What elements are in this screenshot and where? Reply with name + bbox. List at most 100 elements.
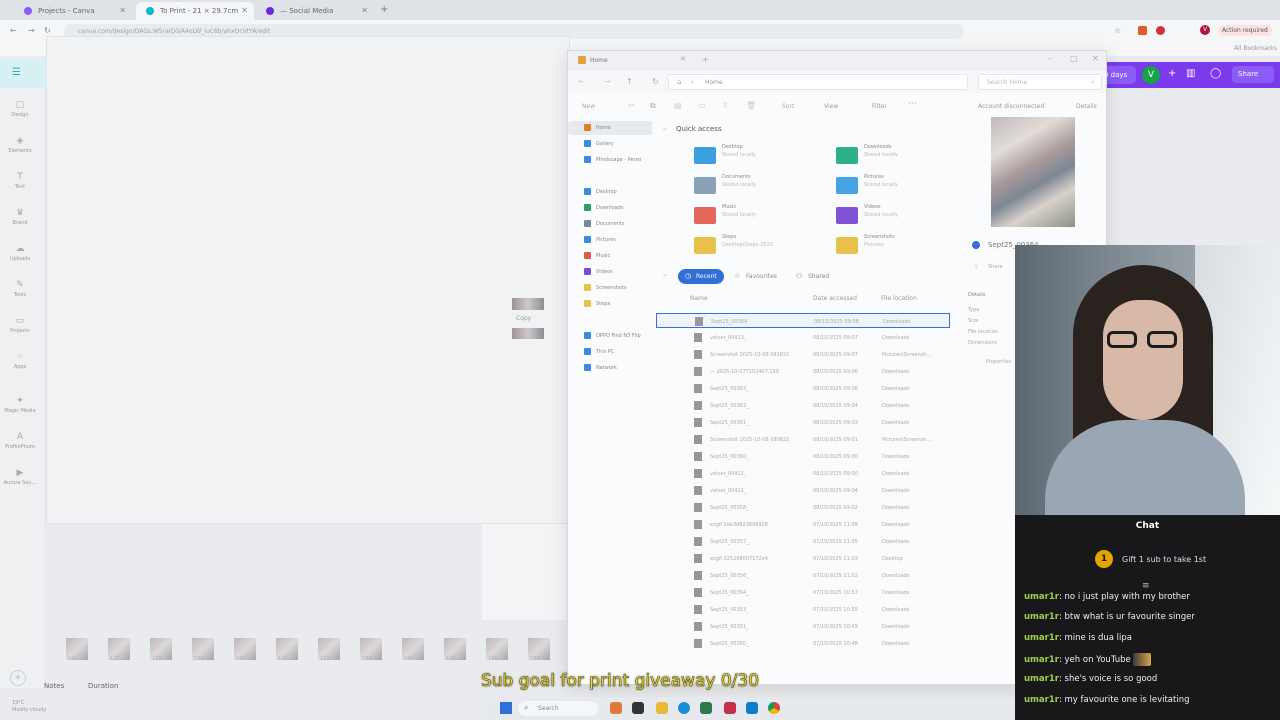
- quick-access-music[interactable]: Music Stored locally: [694, 203, 814, 227]
- nav-item-videos[interactable]: Videos: [568, 265, 652, 279]
- back-icon[interactable]: ←: [10, 26, 17, 35]
- sidebar-item-design[interactable]: ▢ Design: [0, 100, 40, 118]
- quick-access-documents[interactable]: Documents Stored locally: [694, 173, 814, 197]
- column-header-name[interactable]: Name: [690, 295, 708, 302]
- add-icon[interactable]: +: [1168, 68, 1176, 79]
- forward-icon[interactable]: →: [28, 26, 35, 35]
- quick-access-screenshots[interactable]: Screenshots Pictures: [836, 233, 956, 257]
- sidebar-item-uploads[interactable]: ☁ Uploads: [0, 244, 40, 262]
- page-thumbnail[interactable]: 132: [318, 638, 340, 662]
- design-canvas[interactable]: [46, 36, 570, 524]
- user-avatar[interactable]: V: [1142, 66, 1160, 84]
- sidebar-item-brand[interactable]: ♛ Brand: [0, 208, 40, 226]
- bookmark-star-icon[interactable]: ☆: [1114, 26, 1121, 35]
- explorer-search-input[interactable]: Search Home ⌕: [978, 74, 1102, 90]
- reload-icon[interactable]: ↻: [44, 26, 51, 35]
- breadcrumb[interactable]: Home: [705, 79, 723, 86]
- sidebar-item-magic-media[interactable]: ✦ Magic Media: [0, 396, 40, 414]
- tab-favourites[interactable]: ☆ Favourites: [728, 269, 788, 284]
- file-row[interactable]: ezgif-325298007172e4 07/10/2025 11:03 Desk…: [656, 551, 950, 566]
- file-row[interactable]: Sept25_00350_ 07/10/2025 10:48 Downloads: [656, 636, 950, 651]
- file-explorer-icon[interactable]: [656, 702, 668, 714]
- taskbar-app-icon[interactable]: [632, 702, 644, 714]
- chevron-down-icon[interactable]: ⌄: [662, 271, 667, 278]
- page-thumbnail[interactable]: 128: [150, 638, 172, 662]
- nav-item-this-pc[interactable]: This PC: [568, 345, 652, 359]
- share-icon[interactable]: ⇪: [974, 264, 979, 271]
- gift-sub-text[interactable]: Gift 1 sub to take 1st: [1122, 555, 1206, 564]
- up-icon[interactable]: ↑: [626, 77, 633, 86]
- nav-item-screenshots[interactable]: Screenshots: [568, 281, 652, 295]
- file-row[interactable]: Sept25_00353_ 07/10/2025 10:55 Downloads: [656, 602, 950, 617]
- sidebar-item-apps[interactable]: ⁘ Apps: [0, 352, 40, 370]
- sidebar-item-projects[interactable]: ▭ Projects: [0, 316, 40, 334]
- sidebar-item-elements[interactable]: ◈ Elements: [0, 136, 40, 154]
- new-tab-button[interactable]: +: [380, 4, 388, 15]
- file-row[interactable]: Sept25_00361_ 08/10/2025 09:03 Downloads: [656, 415, 950, 430]
- more-options-icon[interactable]: ···: [908, 99, 917, 109]
- delete-icon[interactable]: 🗑: [746, 101, 756, 110]
- chevron-down-icon[interactable]: ⌄: [662, 125, 667, 132]
- duration-button[interactable]: Duration: [88, 682, 118, 690]
- tab-social-media[interactable]: — Social Media ✕: [256, 2, 374, 20]
- page-thumbnail[interactable]: 127: [108, 638, 130, 662]
- close-tab-icon[interactable]: ✕: [119, 6, 126, 15]
- quick-access-videos[interactable]: Videos Stored locally: [836, 203, 956, 227]
- forward-icon[interactable]: →: [604, 77, 611, 86]
- rename-icon[interactable]: ▭: [698, 101, 706, 110]
- chat-filter-icon[interactable]: ≡: [1142, 581, 1150, 591]
- file-row[interactable]: Sept25_00358_ 08/10/2025 09:02 Downloads: [656, 500, 950, 515]
- details-button[interactable]: Details: [1076, 103, 1097, 110]
- close-tab-icon[interactable]: ✕: [680, 55, 686, 63]
- sidebar-item-text[interactable]: T Text: [0, 172, 40, 190]
- maximize-icon[interactable]: ▢: [1070, 54, 1078, 63]
- comment-icon[interactable]: ◯: [1210, 68, 1221, 79]
- taskbar-app-icon[interactable]: [724, 702, 736, 714]
- page-thumbnail[interactable]: 126: [66, 638, 88, 662]
- quick-access-desktop[interactable]: Desktop Stored locally: [694, 143, 814, 167]
- quick-access-downloads[interactable]: Downloads Stored locally: [836, 143, 956, 167]
- menu-icon[interactable]: ☰: [12, 67, 21, 78]
- tab-to-print[interactable]: To Print - 21 × 29.7cm ✕: [136, 2, 254, 20]
- filter-button[interactable]: Filter: [872, 103, 887, 110]
- file-row[interactable]: ezgif-3de3d823806928 07/10/2025 11:09 Down…: [656, 517, 950, 532]
- page-thumbnail[interactable]: 137: [528, 638, 550, 662]
- nav-item-stepx[interactable]: Stepx: [568, 297, 652, 311]
- nav-item-onedrive[interactable]: Mindscape - Perso: [568, 153, 652, 167]
- close-window-icon[interactable]: ✕: [1092, 54, 1099, 63]
- extension-icon[interactable]: [1156, 26, 1165, 35]
- nav-item-music[interactable]: Music: [568, 249, 652, 263]
- nav-item-downloads[interactable]: Downloads: [568, 201, 652, 215]
- tab-recent[interactable]: ◷ Recent: [678, 269, 724, 284]
- quick-access-pictures[interactable]: Pictures Stored locally: [836, 173, 956, 197]
- page-thumbnail[interactable]: 131: [276, 638, 298, 662]
- file-row[interactable]: velvet_00413_ 08/10/2025 09:07 Downloads: [656, 330, 950, 345]
- sidebar-item-aurora[interactable]: ▶ Aurora Sou...: [0, 468, 40, 486]
- file-row[interactable]: Sept25_00356_ 07/10/2025 11:02 Downloads: [656, 568, 950, 583]
- file-row[interactable]: Screenshot 2025-10-08 090822 08/10/2025 0…: [656, 432, 950, 447]
- column-header-date[interactable]: Date accessed: [813, 295, 857, 302]
- file-row[interactable]: Sept25_00357_ 07/10/2025 11:05 Downloads: [656, 534, 950, 549]
- tab-projects-canva[interactable]: Projects - Canva ✕: [14, 2, 132, 20]
- close-tab-icon[interactable]: ✕: [361, 6, 368, 15]
- new-tab-icon[interactable]: +: [702, 55, 709, 64]
- file-row[interactable]: velvet_00411_ 08/10/2025 09:04 Downloads: [656, 483, 950, 498]
- copy-icon[interactable]: ⧉: [650, 101, 656, 111]
- file-row[interactable]: — 2025-10-07T102407.199 08/10/2025 09:06 D…: [656, 364, 950, 379]
- back-icon[interactable]: ←: [578, 77, 585, 86]
- share-button[interactable]: Share: [1232, 66, 1274, 83]
- file-row[interactable]: Sept25_00364 08/10/2025 09:08 Downloads: [656, 313, 950, 328]
- taskbar-search[interactable]: ⌕ Search: [518, 701, 598, 716]
- new-button[interactable]: New: [582, 103, 595, 110]
- sidebar-item-tools[interactable]: ✎ Tools: [0, 280, 40, 298]
- minimize-icon[interactable]: –: [1048, 54, 1052, 63]
- nav-item-documents[interactable]: Documents: [568, 217, 652, 231]
- nav-item-phone[interactable]: OPPO Find N3 Flip: [568, 329, 652, 343]
- taskbar-app-icon[interactable]: [746, 702, 758, 714]
- file-row[interactable]: velvet_00412_ 08/10/2025 09:00 Downloads: [656, 466, 950, 481]
- close-tab-icon[interactable]: ✕: [241, 6, 248, 15]
- share-icon[interactable]: ⇪: [722, 101, 729, 110]
- explorer-tab-title[interactable]: Home: [590, 57, 608, 64]
- chrome-icon[interactable]: [768, 702, 780, 714]
- cut-icon[interactable]: ✂: [628, 101, 635, 110]
